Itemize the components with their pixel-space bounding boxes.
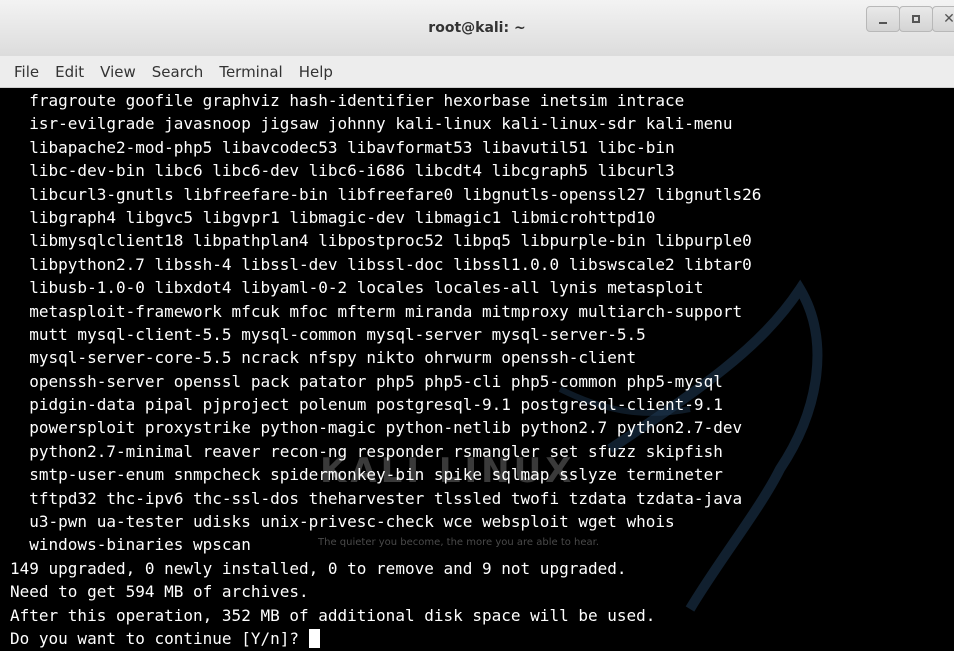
prompt-line[interactable]: Do you want to continue [Y/n]?: [10, 627, 761, 650]
minimize-icon: [879, 22, 887, 24]
terminal-line: u3-pwn ua-tester udisks unix-privesc-che…: [10, 512, 675, 532]
terminal-line: metasploit-framework mfcuk mfoc mfterm m…: [10, 301, 743, 321]
terminal-window: root@kali: ~ ✕ File Edit View Search Ter…: [0, 0, 954, 651]
terminal-output[interactable]: KALI LINUX The quieter you become, the m…: [0, 89, 954, 651]
terminal-line: isr-evilgrade javasnoop jigsaw johnny ka…: [10, 114, 733, 134]
close-button[interactable]: ✕: [932, 6, 954, 32]
title-bar[interactable]: root@kali: ~ ✕: [0, 0, 954, 57]
terminal-line: mysql-server-core-5.5 ncrack nfspy nikto…: [10, 348, 637, 368]
terminal-line: libapache2-mod-php5 libavcodec53 libavfo…: [10, 137, 675, 157]
minimize-button[interactable]: [866, 6, 900, 32]
terminal-line: libcurl3-gnutls libfreefare-bin libfreef…: [10, 184, 762, 204]
menu-search[interactable]: Search: [144, 56, 212, 88]
terminal-line: tftpd32 thc-ipv6 thc-ssl-dos theharveste…: [10, 488, 743, 508]
prompt-text: Do you want to continue [Y/n]?: [10, 628, 309, 648]
terminal-line: openssh-server openssl pack patator php5…: [10, 371, 723, 391]
window-title: root@kali: ~: [428, 20, 526, 36]
terminal-line: smtp-user-enum snmpcheck spidermonkey-bi…: [10, 465, 723, 485]
menu-help[interactable]: Help: [291, 56, 341, 88]
maximize-button[interactable]: [899, 6, 933, 32]
menu-edit[interactable]: Edit: [47, 56, 92, 88]
terminal-line: mutt mysql-client-5.5 mysql-common mysql…: [10, 324, 646, 344]
terminal-line: pidgin-data pipal pjproject polenum post…: [10, 395, 723, 415]
terminal-lines: fragroute goofile graphviz hash-identifi…: [10, 89, 761, 650]
terminal-line: powersploit proxystrike python-magic pyt…: [10, 418, 743, 438]
terminal-line: fragroute goofile graphviz hash-identifi…: [10, 91, 685, 110]
terminal-line: windows-binaries wpscan: [10, 535, 251, 555]
close-icon: ✕: [943, 11, 954, 27]
window-controls: ✕: [866, 6, 954, 32]
menu-terminal[interactable]: Terminal: [211, 56, 290, 88]
menu-view[interactable]: View: [92, 56, 144, 88]
menu-file[interactable]: File: [6, 56, 47, 88]
terminal-line: libusb-1.0-0 libxdot4 libyaml-0-2 locale…: [10, 278, 704, 298]
terminal-line: libc-dev-bin libc6 libc6-dev libc6-i686 …: [10, 161, 675, 181]
terminal-line: libgraph4 libgvc5 libgvpr1 libmagic-dev …: [10, 207, 656, 227]
terminal-line: python2.7-minimal reaver recon-ng respon…: [10, 441, 723, 461]
text-cursor: [308, 629, 320, 649]
maximize-icon: [912, 15, 920, 23]
terminal-line: After this operation, 352 MB of addition…: [10, 605, 656, 625]
terminal-line: libpython2.7 libssh-4 libssl-dev libssl-…: [10, 254, 752, 274]
terminal-line: libmysqlclient18 libpathplan4 libpostpro…: [10, 231, 752, 251]
terminal-line: Need to get 594 MB of archives.: [10, 582, 309, 602]
terminal-line: 149 upgraded, 0 newly installed, 0 to re…: [10, 558, 627, 578]
menu-bar: File Edit View Search Terminal Help: [0, 56, 954, 88]
